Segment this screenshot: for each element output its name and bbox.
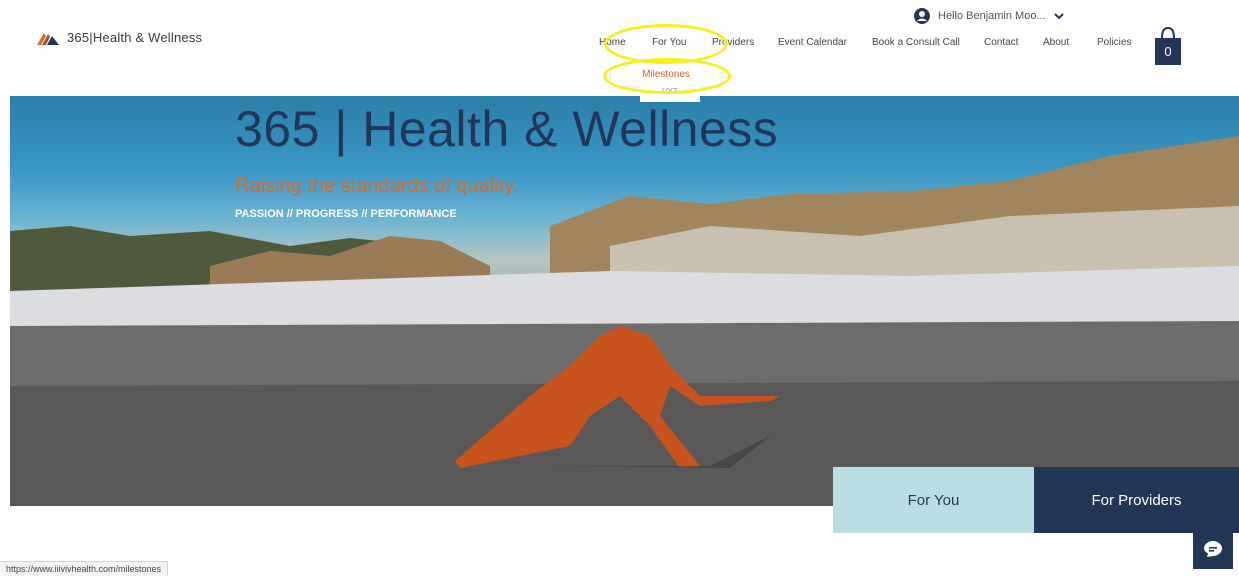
user-avatar-icon [914,8,930,24]
cart-count: 0 [1164,44,1172,59]
nav-about[interactable]: About [1043,37,1069,48]
hero-title: 365 | Health & Wellness [235,101,779,157]
nav-policies[interactable]: Policies [1097,37,1131,48]
for-providers-button[interactable]: For Providers [1034,467,1239,533]
nav-providers[interactable]: Providers [712,37,754,48]
hero-tagline: PASSION // PROGRESS // PERFORMANCE [235,208,457,220]
nav-book-consult[interactable]: Book a Consult Call [872,37,960,48]
nav-for-you[interactable]: For You [652,37,686,48]
hero-subtitle: Raising the standards of quality. [235,175,519,197]
mountain-stripes-icon [37,32,59,45]
dropdown-milestones[interactable]: Milestones [611,62,721,86]
site-logo[interactable]: 365|Health & Wellness [37,30,202,45]
cart-button[interactable]: 0 [1154,26,1182,66]
chat-bubble-icon [1204,541,1222,557]
chevron-down-icon [1053,13,1064,20]
user-greeting: Hello Benjamin Moo... [938,10,1046,22]
nav-contact[interactable]: Contact [984,37,1018,48]
status-bar-url: https://www.iiivivhealth.com/milestones [0,561,169,576]
dropdown-stub: VYT [640,86,700,102]
user-menu[interactable]: Hello Benjamin Moo... [914,8,1064,24]
logo-text: 365|Health & Wellness [67,30,203,45]
nav-home[interactable]: Home [599,37,626,48]
chat-button[interactable] [1193,529,1233,569]
hero-banner: 365 | Health & Wellness Raising the stan… [10,96,1239,506]
nav-event-calendar[interactable]: Event Calendar [778,37,847,48]
for-you-button[interactable]: For You [833,467,1034,533]
